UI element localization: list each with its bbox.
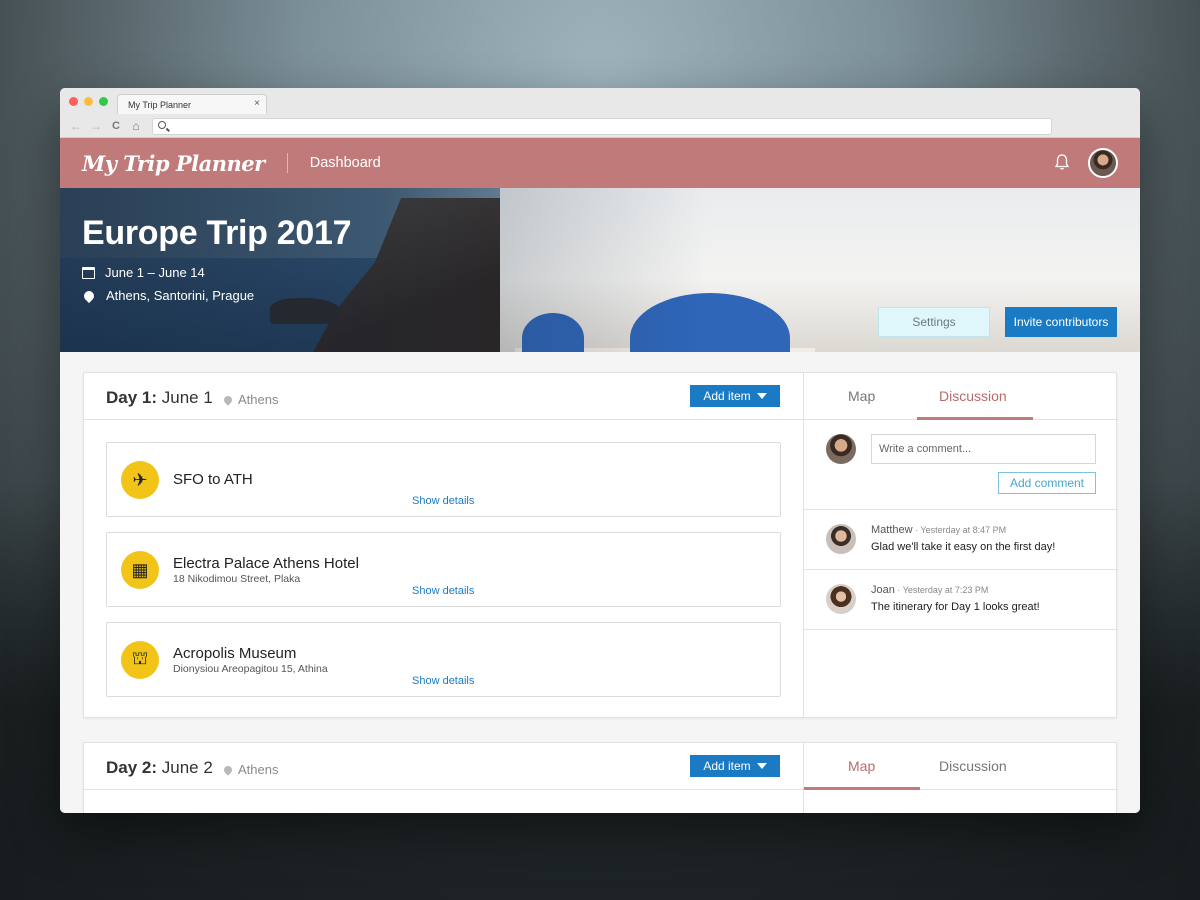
sidebar-tabs: Map Discussion bbox=[804, 743, 1118, 790]
bell-icon[interactable] bbox=[1052, 152, 1072, 172]
location-pin-icon bbox=[81, 288, 97, 303]
day-card: Day 2: June 2 Athens Add item Map Discus… bbox=[83, 742, 1118, 813]
trip-dates: June 1 – June 14 bbox=[82, 265, 205, 280]
day-title: Day 2: June 2 bbox=[106, 758, 213, 778]
itinerary-item[interactable]: ✈ SFO to ATH Show details bbox=[106, 442, 781, 517]
museum-icon: ⛫ bbox=[121, 641, 159, 679]
comment-author-name: Joan bbox=[871, 584, 895, 596]
sidebar-tabs: Map Discussion bbox=[804, 373, 1118, 420]
add-item-label: Add item bbox=[703, 759, 751, 773]
comment-author: Matthew · Yesterday at 8:47 PM bbox=[871, 524, 1006, 536]
item-address: Dionysiou Areopagitou 15, Athina bbox=[173, 663, 328, 675]
caret-down-icon bbox=[756, 763, 767, 769]
tab-map[interactable]: Map bbox=[848, 758, 875, 774]
app-header: My Trip Planner Dashboard bbox=[60, 138, 1140, 188]
comment-timestamp: · Yesterday at 7:23 PM bbox=[894, 585, 989, 595]
search-icon bbox=[158, 120, 166, 129]
day-date: June 1 bbox=[161, 388, 213, 407]
day-sidebar: Map Discussion bbox=[803, 743, 1118, 813]
browser-tab[interactable]: My Trip Planner × bbox=[117, 94, 267, 114]
show-details-link[interactable]: Show details bbox=[412, 675, 474, 687]
comment-text: The itinerary for Day 1 looks great! bbox=[871, 601, 1040, 613]
user-avatar[interactable] bbox=[1088, 148, 1118, 178]
dashboard-link[interactable]: Dashboard bbox=[310, 155, 381, 171]
add-item-button[interactable]: Add item bbox=[690, 385, 780, 407]
day-location-text: Athens bbox=[238, 392, 279, 407]
comment-author-name: Matthew bbox=[871, 524, 913, 536]
zoom-window-button[interactable] bbox=[99, 97, 108, 106]
avatar bbox=[826, 524, 856, 554]
day-label: Day 1: bbox=[106, 388, 158, 407]
location-pin-icon bbox=[222, 763, 234, 776]
home-icon[interactable]: ⌂ bbox=[126, 119, 146, 133]
day-location: Athens bbox=[222, 392, 279, 407]
invite-contributors-button[interactable]: Invite contributors bbox=[1005, 307, 1117, 337]
close-tab-icon[interactable]: × bbox=[254, 98, 260, 109]
show-details-link[interactable]: Show details bbox=[412, 495, 474, 507]
day-itinerary: Day 2: June 2 Athens Add item bbox=[84, 743, 803, 813]
comment: Matthew · Yesterday at 8:47 PM Glad we'l… bbox=[804, 510, 1118, 570]
day-label: Day 2: bbox=[106, 758, 158, 777]
forward-icon[interactable]: → bbox=[86, 119, 106, 133]
tab-discussion[interactable]: Discussion bbox=[939, 758, 1007, 774]
header-divider bbox=[286, 153, 288, 173]
tab-map[interactable]: Map bbox=[848, 388, 875, 404]
avatar bbox=[826, 584, 856, 614]
current-user-avatar bbox=[826, 434, 856, 464]
back-icon[interactable]: ← bbox=[66, 119, 86, 133]
show-details-link[interactable]: Show details bbox=[412, 585, 474, 597]
reload-icon[interactable]: C bbox=[106, 120, 126, 132]
tab-discussion[interactable]: Discussion bbox=[939, 388, 1007, 404]
add-comment-button[interactable]: Add comment bbox=[998, 472, 1096, 494]
trip-dates-text: June 1 – June 14 bbox=[105, 265, 205, 280]
itinerary-item[interactable]: ⛫ Acropolis Museum Dionysiou Areopagitou… bbox=[106, 622, 781, 697]
close-window-button[interactable] bbox=[69, 97, 78, 106]
item-name: Electra Palace Athens Hotel bbox=[173, 555, 359, 572]
settings-button[interactable]: Settings bbox=[878, 307, 990, 337]
window-controls bbox=[69, 97, 108, 106]
location-pin-icon bbox=[222, 393, 234, 406]
comment-composer: Add comment bbox=[804, 420, 1118, 510]
comment-input[interactable] bbox=[871, 434, 1096, 464]
itinerary-content: Day 1: June 1 Athens Add item ✈ SFO to A… bbox=[60, 352, 1140, 813]
trip-places: Athens, Santorini, Prague bbox=[81, 288, 255, 303]
item-name: Acropolis Museum bbox=[173, 645, 297, 662]
item-name: SFO to ATH bbox=[173, 471, 253, 488]
browser-window: My Trip Planner × ← → C ⌂ My Trip Planne… bbox=[60, 88, 1140, 813]
comment-text: Glad we'll take it easy on the first day… bbox=[871, 541, 1056, 553]
day-itinerary: Day 1: June 1 Athens Add item ✈ SFO to A… bbox=[84, 373, 803, 717]
app-logo[interactable]: My Trip Planner bbox=[82, 151, 265, 176]
day-title: Day 1: June 1 bbox=[106, 388, 213, 408]
active-tab-indicator bbox=[804, 787, 920, 790]
itinerary-item[interactable]: ▦ Electra Palace Athens Hotel 18 Nikodim… bbox=[106, 532, 781, 607]
comment: Joan · Yesterday at 7:23 PM The itinerar… bbox=[804, 570, 1118, 630]
add-item-button[interactable]: Add item bbox=[690, 755, 780, 777]
add-item-label: Add item bbox=[703, 389, 751, 403]
day-header: Day 1: June 1 Athens Add item bbox=[84, 373, 803, 420]
item-address: 18 Nikodimou Street, Plaka bbox=[173, 573, 301, 585]
day-date: June 2 bbox=[161, 758, 213, 777]
day-location: Athens bbox=[222, 762, 279, 777]
calendar-icon bbox=[82, 266, 95, 279]
trip-places-text: Athens, Santorini, Prague bbox=[106, 288, 255, 303]
day-card: Day 1: June 1 Athens Add item ✈ SFO to A… bbox=[83, 372, 1118, 718]
trip-title: Europe Trip 2017 bbox=[82, 214, 352, 252]
comment-author: Joan · Yesterday at 7:23 PM bbox=[871, 584, 988, 596]
browser-toolbar: ← → C ⌂ bbox=[60, 115, 1140, 137]
plane-icon: ✈ bbox=[121, 461, 159, 499]
comment-timestamp: · Yesterday at 8:47 PM bbox=[912, 525, 1007, 535]
minimize-window-button[interactable] bbox=[84, 97, 93, 106]
caret-down-icon bbox=[756, 393, 767, 399]
day-location-text: Athens bbox=[238, 762, 279, 777]
day-header: Day 2: June 2 Athens Add item bbox=[84, 743, 803, 790]
address-bar[interactable] bbox=[152, 117, 1052, 135]
hotel-icon: ▦ bbox=[121, 551, 159, 589]
browser-chrome: My Trip Planner × ← → C ⌂ bbox=[60, 88, 1140, 138]
browser-tab-title: My Trip Planner bbox=[128, 100, 192, 110]
day-sidebar: Map Discussion Add comment Matthew · Yes… bbox=[803, 373, 1118, 717]
